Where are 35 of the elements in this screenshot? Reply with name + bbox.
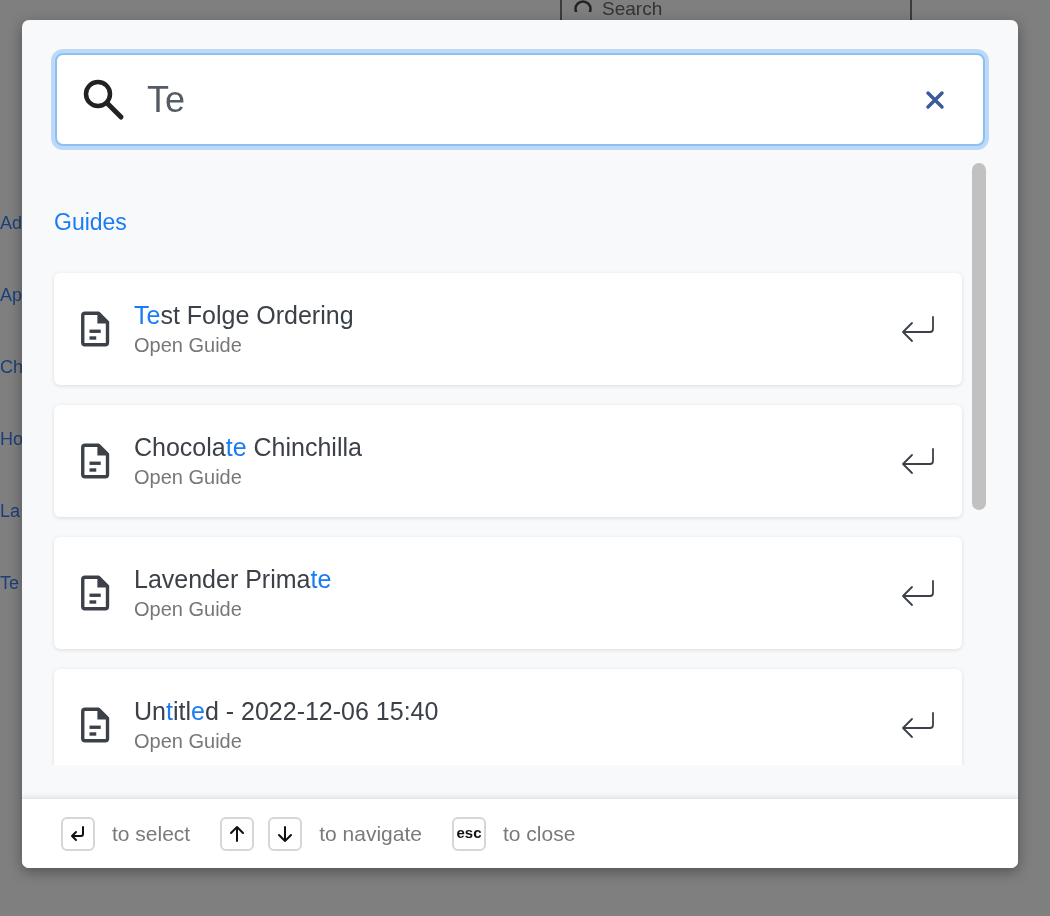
document-icon xyxy=(78,311,110,347)
result-item[interactable]: Lavender Primate Open Guide xyxy=(54,537,962,649)
result-item[interactable]: Test Folge Ordering Open Guide xyxy=(54,273,962,385)
sidebar-link[interactable]: Ap xyxy=(0,280,23,310)
search-placeholder: Search xyxy=(602,0,663,18)
document-icon xyxy=(78,707,110,743)
result-item[interactable]: Untitled - 2022-12-06 15:40 Open Guide xyxy=(54,669,962,765)
document-icon xyxy=(78,575,110,611)
document-icon xyxy=(78,443,110,479)
key-cap: esc xyxy=(451,816,486,851)
sidebar-link[interactable]: Ad xyxy=(0,208,23,238)
sidebar-link[interactable]: Ho xyxy=(0,424,23,454)
sidebar-link[interactable]: Te xyxy=(0,568,23,598)
return-icon xyxy=(900,579,936,607)
result-title: Chocolate Chinchilla xyxy=(134,432,363,463)
shortcut-hint: to navigate xyxy=(319,820,422,847)
result-title: Test Folge Ordering xyxy=(134,300,355,331)
scrollbar[interactable] xyxy=(972,163,986,510)
result-title: Lavender Primate xyxy=(134,564,333,595)
result-subtitle: Open Guide xyxy=(134,465,243,490)
result-item[interactable]: Chocolate Chinchilla Open Guide xyxy=(54,405,962,517)
shortcut-hint: to select xyxy=(112,820,191,847)
return-icon xyxy=(900,315,936,343)
sidebar-link[interactable]: La xyxy=(0,496,23,526)
result-subtitle: Open Guide xyxy=(134,597,243,622)
result-title: Untitled - 2022-12-06 15:40 xyxy=(134,696,440,727)
return-icon xyxy=(900,447,936,475)
search-field[interactable]: Te xyxy=(55,53,985,146)
section-heading: Guides xyxy=(54,208,128,237)
result-subtitle: Open Guide xyxy=(134,729,243,754)
sidebar-link[interactable]: Ch xyxy=(0,352,23,382)
result-subtitle: Open Guide xyxy=(134,333,243,358)
return-icon xyxy=(900,711,936,739)
close-icon[interactable] xyxy=(925,90,945,110)
shortcut-hint: to close xyxy=(502,820,576,847)
